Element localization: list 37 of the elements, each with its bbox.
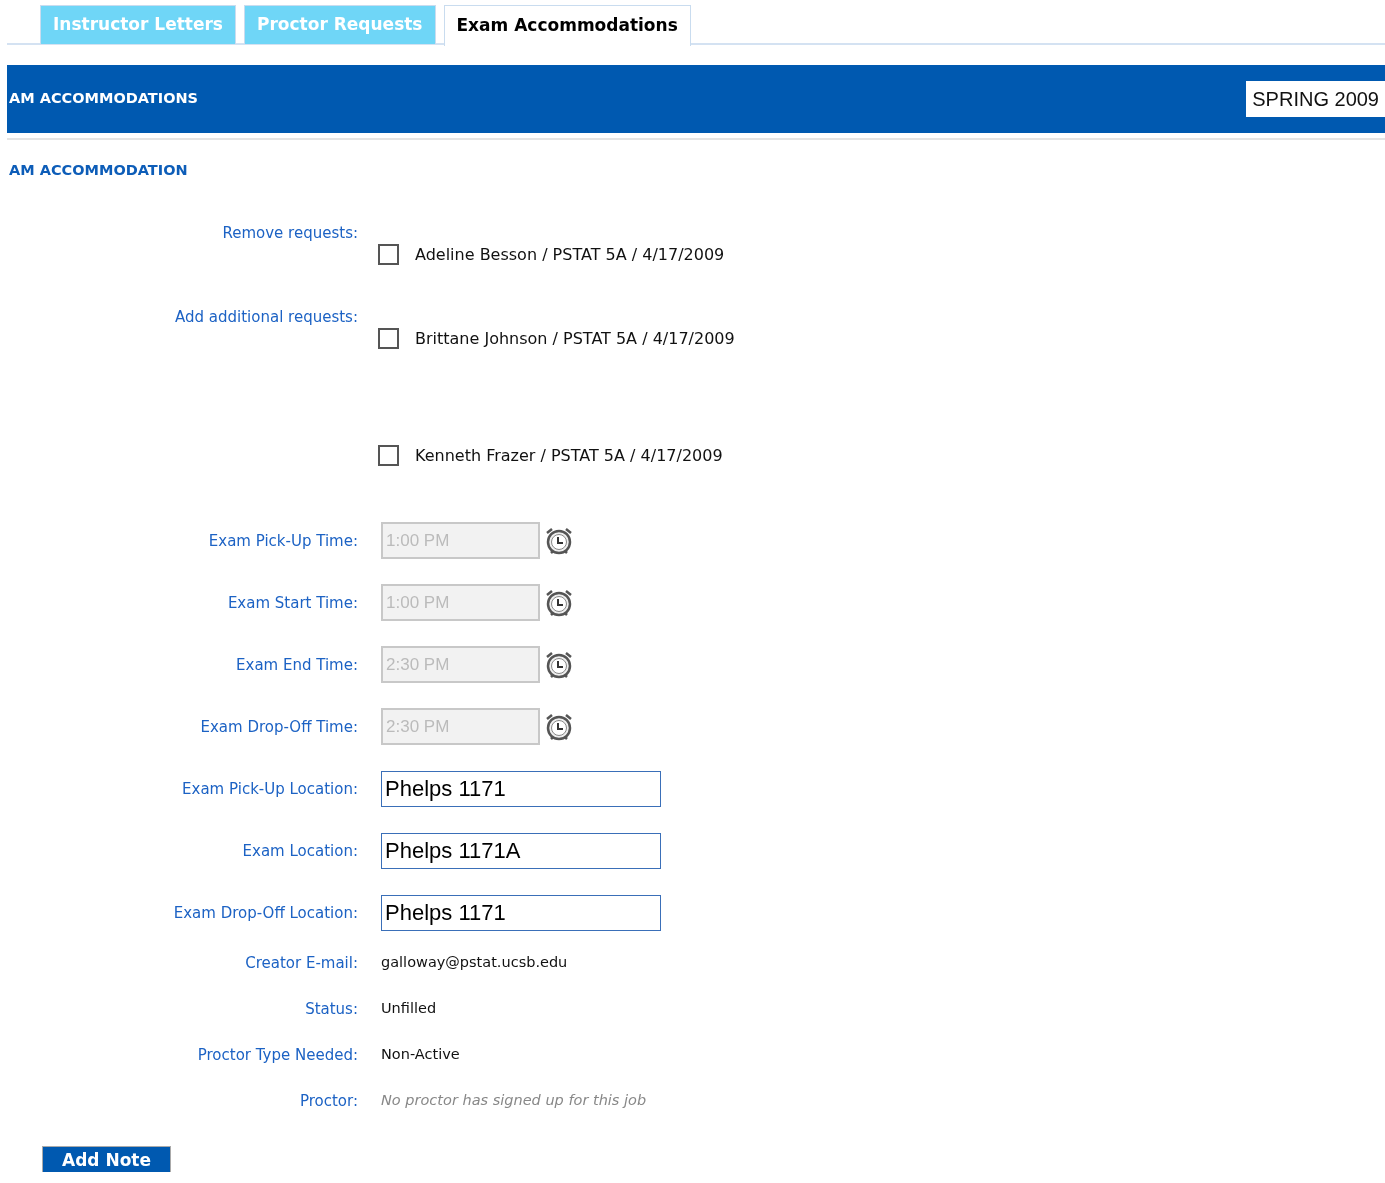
add-note-button[interactable]: Add Note [42,1145,171,1173]
field-label: Creator E-mail: [244,952,358,974]
field-label: Exam Pick-Up Time: [207,530,358,552]
section-title: AM ACCOMMODATION [9,161,189,180]
field-label: Exam Location: [241,840,358,862]
text-field[interactable]: Phelps 1171 [381,770,661,807]
checkbox[interactable] [378,328,399,350]
term-label: SPRING 2009 [1246,81,1385,117]
request-label: Kenneth Frazer / PSTAT 5A / 4/17/2009 [415,444,723,467]
checkbox[interactable] [378,244,399,266]
field-value: No proctor has signed up for this job [381,1090,647,1110]
tab[interactable]: Proctor Requests [244,5,436,44]
field-label: Remove requests: [221,222,358,244]
text-field[interactable]: Phelps 1171 [381,894,661,931]
clock-icon[interactable] [544,525,574,556]
clock-icon[interactable] [544,649,574,680]
field-label: Exam Drop-Off Time: [199,716,358,738]
field-value: Unfilled [381,998,437,1018]
field-label: Exam Start Time: [226,592,358,614]
request-label: Adeline Besson / PSTAT 5A / 4/17/2009 [415,243,725,266]
field-label: Status: [304,998,358,1020]
tab[interactable]: Instructor Letters [40,5,236,44]
field-value: galloway@pstat.ucsb.edu [381,952,568,972]
clock-icon[interactable] [544,587,574,618]
field-label: Proctor: [298,1090,358,1112]
request-label: Brittane Johnson / PSTAT 5A / 4/17/2009 [415,327,735,350]
text-field[interactable]: Phelps 1171A [381,832,661,869]
field-label: Exam End Time: [235,654,358,676]
field-label: Add additional requests: [174,306,358,328]
tab[interactable]: Exam Accommodations [443,5,691,46]
field-label: Exam Drop-Off Location: [172,902,358,924]
field-value: Non-Active [381,1044,460,1064]
checkbox[interactable] [378,445,399,467]
field-label: Proctor Type Needed: [196,1044,358,1066]
clock-icon[interactable] [544,711,574,742]
page-title: AM ACCOMMODATIONS [8,89,199,109]
field-label: Exam Pick-Up Location: [181,778,358,800]
